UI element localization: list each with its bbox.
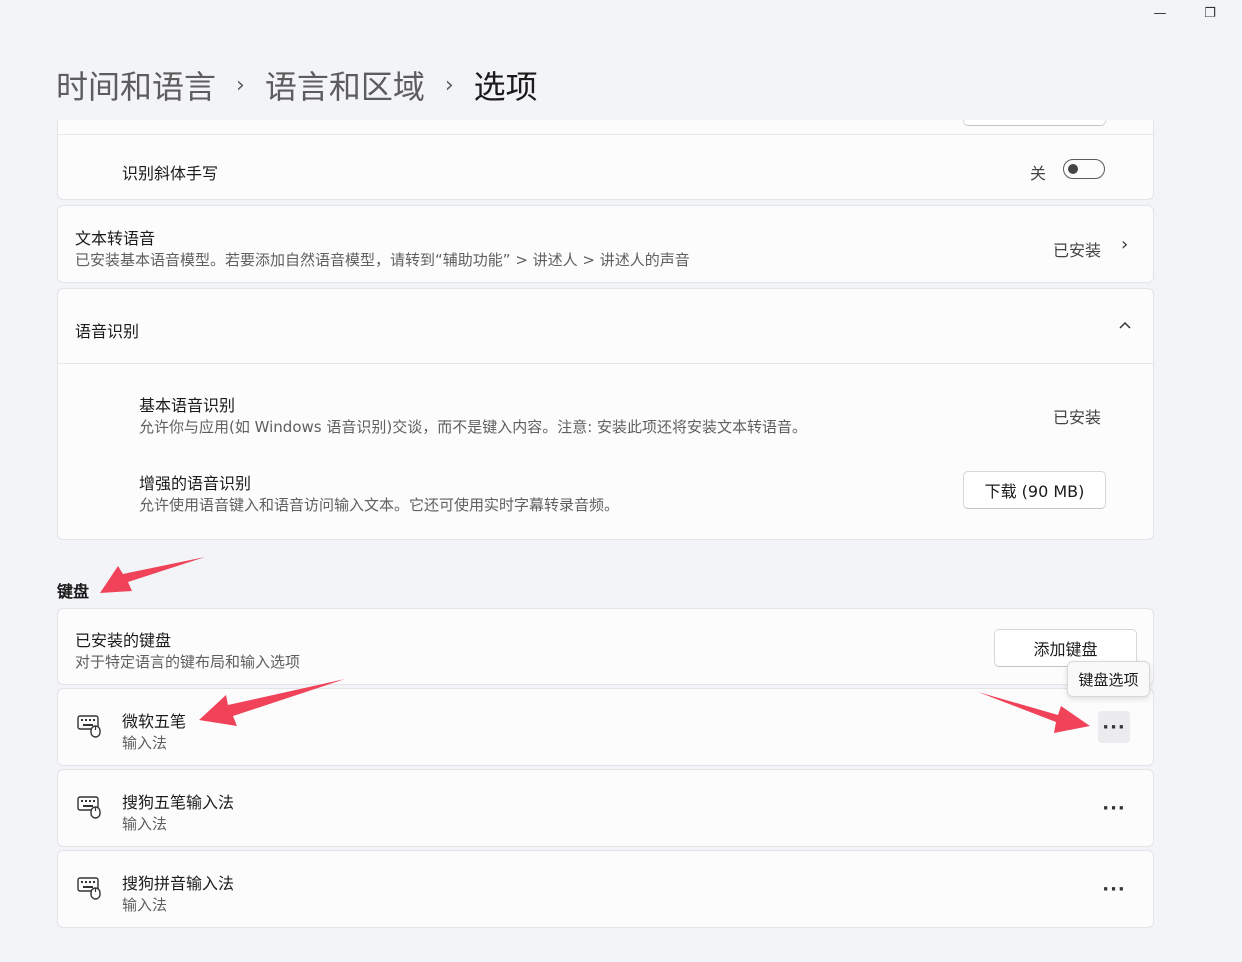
breadcrumb-separator: ›	[236, 72, 245, 98]
breadcrumb: 时间和语言 › 语言和区域 › 选项	[56, 62, 538, 108]
more-options-button[interactable]: ···	[1098, 711, 1130, 743]
more-options-button[interactable]: ···	[1098, 873, 1130, 905]
tts-card[interactable]: 文本转语音 已安装基本语音模型。若要添加自然语音模型，请转到“辅助功能” > 讲…	[57, 205, 1154, 283]
keyboard-item-type: 输入法	[122, 896, 168, 914]
keyboard-item-name: 搜狗五笔输入法	[122, 793, 235, 812]
basic-speech-status: 已安装	[1053, 408, 1102, 427]
speech-title: 语音识别	[75, 322, 140, 341]
handwriting-toggle-state: 关	[1030, 164, 1047, 183]
keyboard-item-name: 搜狗拼音输入法	[122, 874, 235, 893]
tts-status: 已安装	[1053, 241, 1102, 260]
keyboard-section-title: 键盘	[57, 582, 90, 601]
keyboard-item-name: 微软五笔	[122, 712, 187, 731]
chevron-right-icon: ›	[1121, 234, 1129, 255]
page-title: 选项	[473, 68, 538, 106]
settings-content: 识别斜体手写 关 文本转语音 已安装基本语音模型。若要添加自然语音模型，请转到“…	[0, 120, 1242, 962]
keyboard-item[interactable]: 搜狗拼音输入法 输入法 ···	[57, 850, 1154, 928]
keyboard-item[interactable]: 微软五笔 输入法 ···	[57, 688, 1154, 766]
keyboard-item-type: 输入法	[122, 815, 168, 833]
enhanced-speech-description: 允许使用语音键入和语音访问输入文本。它还可使用实时字幕转录音频。	[139, 496, 620, 514]
keyboard-icon	[77, 877, 101, 900]
breadcrumb-time-language[interactable]: 时间和语言	[56, 62, 216, 108]
breadcrumb-language-region[interactable]: 语言和区域	[265, 62, 425, 108]
scrolled-off-button[interactable]	[963, 120, 1106, 126]
basic-speech-description: 允许你与应用(如 Windows 语音识别)交谈，而不是键入内容。注意: 安装此…	[139, 418, 808, 436]
download-button[interactable]: 下载 (90 MB)	[963, 471, 1106, 509]
speech-card: 语音识别 基本语音识别 允许你与应用(如 Windows 语音识别)交谈，而不是…	[57, 288, 1154, 540]
toggle-knob	[1068, 163, 1078, 174]
divider	[58, 363, 1153, 364]
keyboard-icon	[77, 715, 101, 738]
divider	[58, 134, 1153, 135]
restore-button[interactable]: ❐	[1195, 6, 1225, 21]
handwriting-toggle[interactable]	[1063, 159, 1105, 179]
installed-keyboards-card: 已安装的键盘 对于特定语言的键布局和输入选项 添加键盘	[57, 608, 1154, 685]
installed-keyboards-title: 已安装的键盘	[75, 631, 172, 650]
keyboard-icon	[77, 796, 101, 819]
chevron-up-icon[interactable]	[1118, 314, 1132, 335]
keyboard-item[interactable]: 搜狗五笔输入法 输入法 ···	[57, 769, 1154, 847]
keyboard-item-type: 输入法	[122, 734, 168, 752]
installed-keyboards-description: 对于特定语言的键布局和输入选项	[75, 653, 301, 671]
basic-speech-title: 基本语音识别	[139, 396, 236, 415]
enhanced-speech-title: 增强的语音识别	[139, 474, 252, 493]
tts-title: 文本转语音	[75, 229, 156, 248]
handwriting-card: 识别斜体手写 关	[57, 120, 1154, 200]
minimize-button[interactable]: —	[1145, 6, 1175, 21]
breadcrumb-separator: ›	[444, 72, 454, 98]
tts-description: 已安装基本语音模型。若要添加自然语音模型，请转到“辅助功能” > 讲述人 > 讲…	[75, 251, 690, 269]
keyboard-options-tooltip: 键盘选项	[1067, 661, 1150, 697]
handwriting-label: 识别斜体手写	[122, 164, 219, 183]
more-options-button[interactable]: ···	[1098, 792, 1130, 824]
